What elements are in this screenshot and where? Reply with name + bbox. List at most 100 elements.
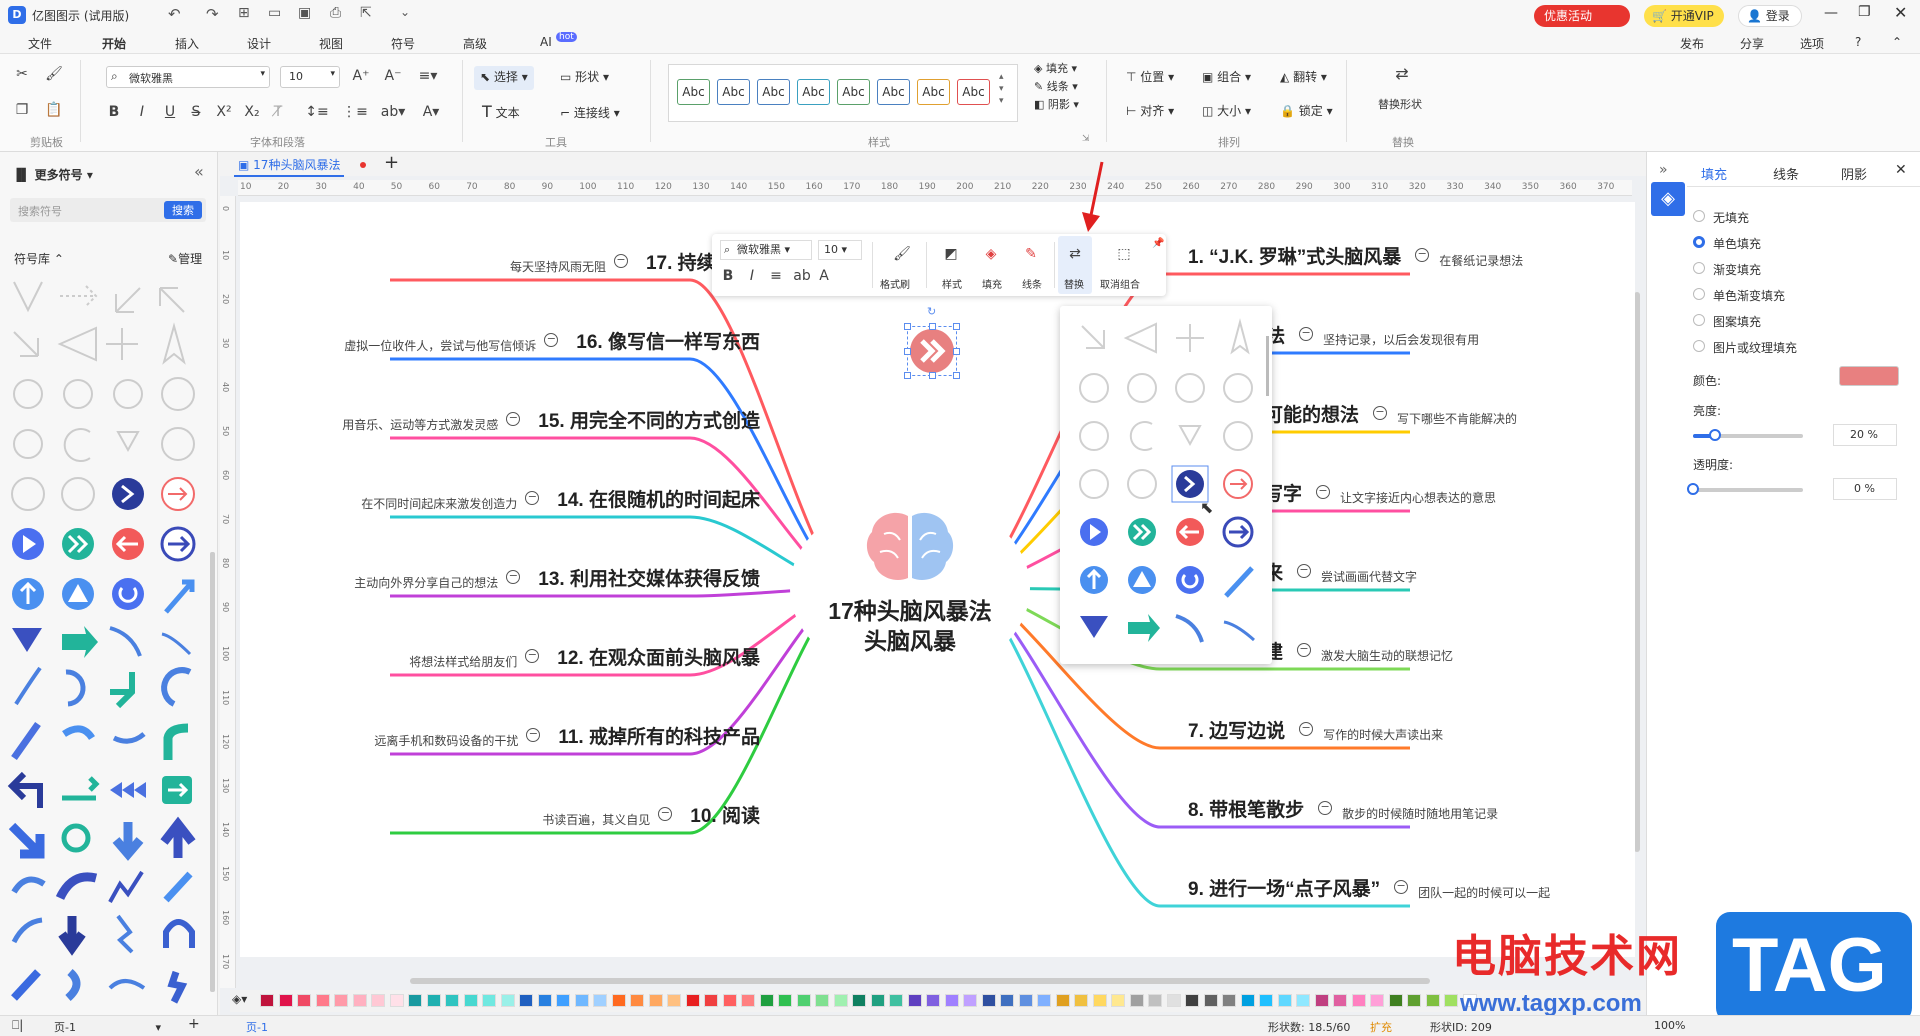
- palette-color[interactable]: [1129, 994, 1144, 1007]
- topic-note[interactable]: 尝试画画代替文字: [1321, 568, 1417, 585]
- symbol-recycle[interactable]: [116, 431, 140, 453]
- line-button[interactable]: ✎ 线条 ▾: [1034, 78, 1078, 94]
- symbol-refresh-2[interactable]: [63, 379, 93, 409]
- tab-fill[interactable]: 填充: [1701, 164, 1727, 183]
- option-picture-fill[interactable]: 图片或纹理填充: [1713, 339, 1797, 356]
- topic-right-7[interactable]: 7. 边写边说: [1188, 716, 1285, 743]
- popup-symbol-turn-arrow[interactable]: [1128, 614, 1160, 642]
- symbol-refresh-blue[interactable]: [112, 578, 144, 610]
- popup-symbol-play-outline[interactable]: [1223, 421, 1253, 451]
- popup-symbol-arrow-left[interactable]: [1123, 322, 1157, 354]
- shadow-button[interactable]: ◧ 阴影 ▾: [1034, 96, 1079, 112]
- topic-note[interactable]: 每天坚持风雨无阻: [510, 258, 606, 275]
- fill-label-float[interactable]: 填充: [982, 276, 1002, 291]
- underline-icon[interactable]: U: [160, 102, 180, 122]
- zoom-level[interactable]: 100%: [1654, 1019, 1685, 1032]
- topic-note[interactable]: 在餐纸记录想法: [1439, 252, 1523, 269]
- transparency-input[interactable]: 0 %: [1833, 478, 1897, 500]
- popup-symbol-arrow-dr[interactable]: [1081, 325, 1105, 349]
- superscript-icon[interactable]: X²: [214, 102, 234, 122]
- symbol-cycle-2[interactable]: [63, 428, 91, 462]
- topic-right-1[interactable]: 1. “J.K. 罗琳”式头脑风暴: [1188, 242, 1401, 269]
- symbol-turn-arrow-teal[interactable]: [62, 626, 98, 658]
- topic-note[interactable]: 将想法样式给朋友们: [409, 653, 517, 670]
- symbol-arch-26[interactable]: [163, 919, 195, 948]
- collapse-panel-icon[interactable]: «: [194, 162, 204, 181]
- topic-note[interactable]: 团队一起的时候可以一起: [1418, 884, 1550, 901]
- style-sample-8[interactable]: Abc: [957, 79, 990, 105]
- symbol-arrow-dr-15[interactable]: [8, 822, 45, 859]
- symbol-play-outline[interactable]: [161, 427, 195, 461]
- ungroup-icon[interactable]: ⬚: [1104, 244, 1144, 264]
- symbol-refresh-3[interactable]: [113, 379, 143, 409]
- topic-note[interactable]: 坚持记录，以后会发现很有用: [1323, 331, 1479, 348]
- palette-color[interactable]: [926, 994, 940, 1007]
- doc-tab[interactable]: ▣ 17种头脑风暴法: [234, 156, 345, 177]
- palette-color[interactable]: [315, 994, 330, 1007]
- ungroup-label[interactable]: 取消组合: [1100, 276, 1140, 291]
- style-label[interactable]: 样式: [942, 276, 962, 291]
- palette-color[interactable]: [1240, 994, 1255, 1007]
- symbol-cycle-1[interactable]: [13, 429, 43, 459]
- palette-color[interactable]: [648, 994, 663, 1007]
- collapse-icon[interactable]: −: [1373, 406, 1388, 420]
- font-grow-icon[interactable]: A⁺: [350, 66, 372, 86]
- palette-color[interactable]: [389, 994, 404, 1007]
- popup-symbol-refresh-3[interactable]: [1175, 373, 1205, 403]
- font-color-icon[interactable]: A▾: [418, 102, 444, 122]
- palette-color[interactable]: [1425, 994, 1440, 1007]
- open-icon[interactable]: ▭: [268, 5, 281, 21]
- palette-color[interactable]: [759, 994, 774, 1007]
- horizontal-scrollbar[interactable]: [410, 978, 1430, 984]
- palette-color[interactable]: [1333, 994, 1347, 1007]
- symbol-curve-5[interactable]: [110, 672, 135, 709]
- symbol-ring[interactable]: [161, 377, 195, 411]
- option-no-fill[interactable]: 无填充: [1713, 209, 1749, 226]
- palette-color[interactable]: [1000, 994, 1014, 1007]
- float-bold-icon[interactable]: B: [720, 266, 736, 286]
- font-size-select[interactable]: 10 ▾: [280, 66, 340, 88]
- topic-note[interactable]: 写下哪些不肯能解决的: [1397, 410, 1517, 427]
- font-family-select[interactable]: ⌕ 微软雅黑 ▾: [106, 66, 270, 88]
- flip-button[interactable]: ◭ 翻转 ▾: [1280, 68, 1327, 85]
- search-button[interactable]: 搜索: [164, 201, 202, 219]
- symbol-refresh-1[interactable]: [13, 379, 43, 409]
- strikethrough-icon[interactable]: S̶: [186, 102, 206, 122]
- manage-button[interactable]: ✎管理: [168, 250, 202, 267]
- radio-no-fill[interactable]: [1693, 210, 1705, 222]
- menu-insert[interactable]: 插入: [175, 35, 199, 52]
- library-label[interactable]: 符号库 ⌃: [14, 250, 64, 267]
- float-align-icon[interactable]: ≡: [768, 266, 784, 286]
- palette-color[interactable]: [1259, 994, 1273, 1007]
- panel-expand-icon[interactable]: »: [1659, 162, 1668, 178]
- close-panel-icon[interactable]: ✕: [1895, 162, 1907, 178]
- fill-panel-icon[interactable]: ◈: [1651, 182, 1685, 216]
- palette-color[interactable]: [593, 994, 607, 1007]
- float-size-select[interactable]: 10 ▾: [818, 240, 862, 260]
- popup-symbol-curve-2[interactable]: [1223, 620, 1255, 642]
- palette-color[interactable]: [907, 994, 922, 1007]
- text-case-icon[interactable]: ab▾: [380, 102, 406, 122]
- popup-symbol-arrow-up[interactable]: [1230, 318, 1250, 355]
- palette-color[interactable]: [1037, 994, 1051, 1007]
- style-sample-1[interactable]: Abc: [677, 79, 710, 105]
- brightness-input[interactable]: 20 %: [1833, 424, 1897, 446]
- tab-line[interactable]: 线条: [1773, 164, 1799, 183]
- position-button[interactable]: ⊤ 位置 ▾: [1126, 68, 1174, 85]
- symbol-arrow-ul[interactable]: [159, 287, 185, 313]
- topic-left-2[interactable]: 16. 像写信一样写东西: [576, 327, 760, 354]
- option-solid-fill[interactable]: 单色填充: [1713, 235, 1761, 252]
- popup-symbol-cycle-2[interactable]: [1129, 421, 1153, 451]
- palette-color[interactable]: [1351, 994, 1366, 1007]
- pin-icon[interactable]: 📌: [1152, 238, 1164, 249]
- format-brush-label[interactable]: 格式刷: [880, 276, 910, 291]
- symbol-zigzag-25[interactable]: [116, 914, 134, 954]
- palette-color[interactable]: [1222, 994, 1236, 1007]
- collapse-icon[interactable]: −: [1297, 643, 1312, 657]
- symbol-curve-23[interactable]: [11, 917, 43, 944]
- topic-right-9[interactable]: 9. 进行一场“点子风暴”: [1188, 874, 1380, 901]
- print-icon[interactable]: ⎙: [330, 5, 341, 21]
- popup-symbol-forward-outline[interactable]: [1079, 469, 1109, 499]
- undo-icon[interactable]: ↶: [168, 5, 181, 23]
- align-icon[interactable]: ≡▾: [416, 66, 440, 86]
